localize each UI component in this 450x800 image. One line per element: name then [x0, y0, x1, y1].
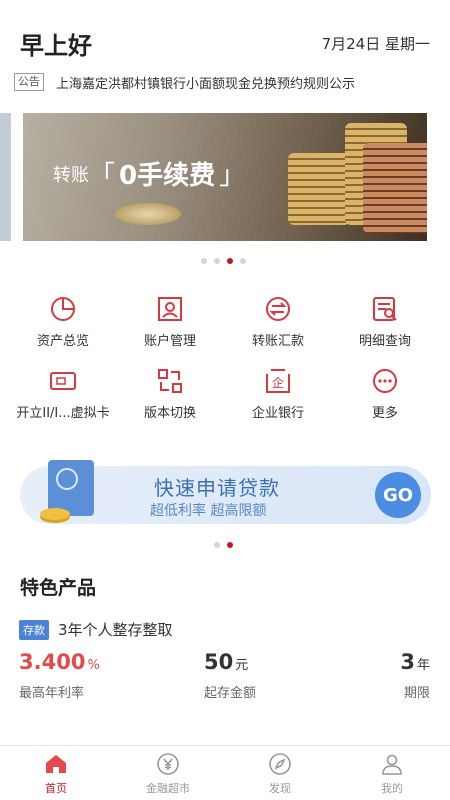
tab-discover[interactable]: 发现 — [240, 752, 320, 796]
product-amount: 50 元 — [204, 650, 248, 674]
yuan-icon — [157, 753, 179, 775]
notice-tag: 公告 — [14, 73, 44, 91]
go-button[interactable]: GO — [375, 472, 421, 518]
rate-label: 最高年利率 — [19, 686, 85, 701]
banner-pagination — [201, 258, 246, 264]
tab-home[interactable]: 首页 — [16, 752, 96, 796]
loan-title: 快速申请贷款 — [154, 476, 280, 500]
svg-text:企: 企 — [272, 375, 284, 390]
menu-item-more[interactable]: 更多 — [330, 366, 440, 421]
product-name: 3年个人整存整取 — [58, 621, 173, 639]
coin-stack-image — [363, 143, 427, 233]
transfer-icon — [266, 297, 290, 321]
tab-finance-market[interactable]: 金融超市 — [128, 752, 208, 796]
menu-label: 版本切换 — [143, 406, 196, 421]
bottom-tab-bar: 首页 金融超市 发现 我的 — [0, 745, 450, 800]
product-term: 3年 — [400, 650, 430, 674]
menu-item-asset-overview[interactable]: 资产总览 — [8, 294, 118, 349]
page-dot-active[interactable] — [227, 542, 233, 548]
menu-label: 开立II/I...虚拟卡 — [16, 406, 110, 421]
menu-label: 更多 — [371, 406, 398, 421]
greeting: 早上好 — [20, 32, 92, 60]
date-label: 7月24日 星期一 — [321, 35, 430, 53]
product-tag: 存款 — [19, 620, 49, 640]
notice-text[interactable]: 上海嘉定洪都村镇银行小面额现金兑换预约规则公示 — [56, 73, 355, 92]
rate-value: 3.400 — [19, 650, 86, 674]
rate-unit: % — [87, 658, 100, 673]
menu-label: 资产总览 — [36, 334, 89, 349]
page-dot[interactable] — [240, 258, 246, 264]
loan-banner[interactable]: 快速申请贷款 超低利率 超高限额 GO — [20, 460, 431, 524]
menu-item-account-management[interactable]: 账户管理 — [115, 294, 225, 349]
page-dot[interactable] — [201, 258, 207, 264]
search-doc-icon — [373, 297, 397, 321]
more-icon — [373, 369, 397, 393]
banner-text: 转账 「 0手续费 」 — [53, 155, 245, 192]
loan-subtitle: 超低利率 超高限额 — [150, 503, 267, 519]
tab-label: 金融超市 — [146, 782, 190, 795]
term-unit: 年 — [416, 658, 430, 673]
menu-item-version-switch[interactable]: 版本切换 — [115, 366, 225, 421]
bracket-left: 「 — [89, 161, 116, 191]
tab-mine[interactable]: 我的 — [352, 752, 432, 796]
coin-image — [115, 203, 181, 225]
person-icon — [382, 754, 402, 775]
term-value: 3 — [400, 650, 415, 674]
menu-item-transfer[interactable]: 转账汇款 — [223, 294, 333, 349]
tab-label: 首页 — [45, 782, 67, 795]
menu-label: 账户管理 — [143, 334, 196, 349]
coin-icon — [40, 508, 70, 520]
page-dot[interactable] — [214, 542, 220, 548]
menu-label: 企业银行 — [251, 406, 304, 421]
enterprise-icon: 企 — [266, 369, 290, 393]
menu-item-virtual-card[interactable]: 开立II/I...虚拟卡 — [8, 366, 118, 421]
menu-item-enterprise-bank[interactable]: 企 企业银行 — [223, 366, 333, 421]
notice-bar[interactable]: 公告 上海嘉定洪都村镇银行小面额现金兑换预约规则公示 — [14, 71, 436, 93]
banner-prefix: 转账 — [53, 164, 89, 186]
section-title: 特色产品 — [20, 577, 97, 599]
switch-icon — [158, 369, 182, 393]
pie-chart-icon — [51, 297, 75, 321]
menu-label: 明细查询 — [358, 334, 411, 349]
product-rate: 3.400% — [19, 650, 100, 674]
coin-stack-image — [288, 153, 350, 225]
home-icon — [46, 755, 66, 773]
tab-label: 我的 — [381, 782, 403, 795]
amount-value: 50 — [204, 650, 234, 674]
page-dot-active[interactable] — [227, 258, 233, 264]
tab-label: 发现 — [269, 782, 291, 795]
promo-banner[interactable]: 转账 「 0手续费 」 — [23, 113, 427, 241]
bracket-right: 」 — [219, 161, 246, 191]
amount-unit: 元 — [235, 658, 249, 673]
amount-label: 起存金额 — [204, 686, 257, 701]
loan-pagination — [214, 542, 233, 548]
menu-item-detail-query[interactable]: 明细查询 — [330, 294, 440, 349]
bank-card-icon — [50, 372, 76, 390]
banner-highlight: 0手续费 — [119, 161, 216, 191]
page-dot[interactable] — [214, 258, 220, 264]
prev-banner-edge — [0, 113, 11, 241]
menu-label: 转账汇款 — [251, 334, 304, 349]
user-card-icon — [158, 297, 182, 321]
compass-icon — [269, 753, 291, 775]
term-label: 期限 — [403, 686, 430, 701]
